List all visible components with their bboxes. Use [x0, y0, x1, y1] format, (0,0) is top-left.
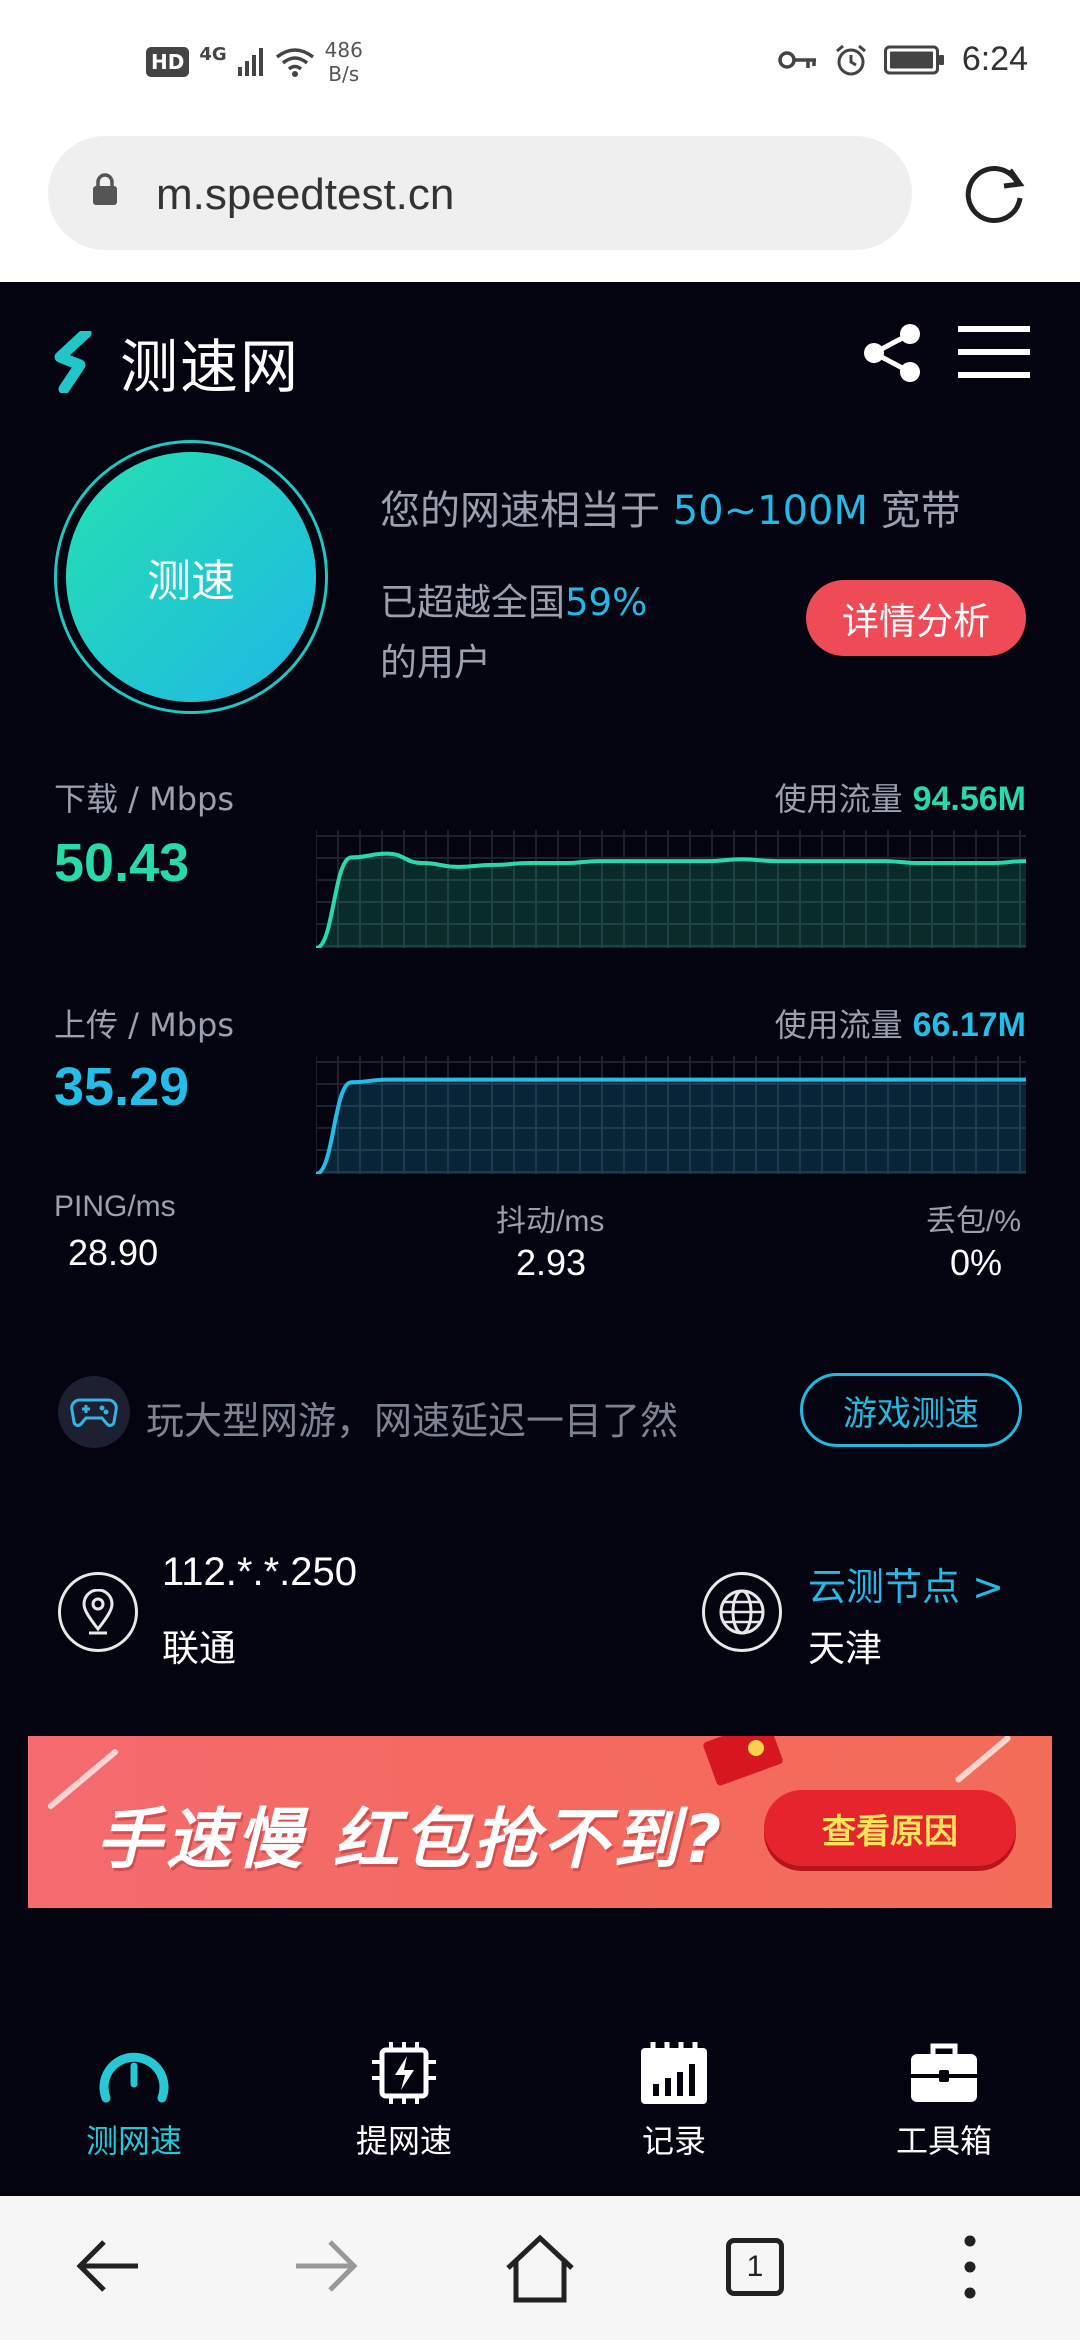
red-packet-banner[interactable]: 手速慢 红包抢不到? 查看原因 — [28, 1736, 1052, 1908]
game-speedtest-button[interactable]: 游戏测速 — [800, 1373, 1022, 1447]
browser-toolbar: m.speedtest.cn — [0, 132, 1080, 282]
speed-equivalent: 您的网速相当于 50~100M 宽带 — [380, 478, 961, 536]
refresh-icon[interactable] — [958, 156, 1032, 230]
network-type: 4G — [199, 43, 227, 65]
lock-icon — [93, 173, 117, 205]
ping-label: PING/ms — [54, 1190, 176, 1223]
logo-s-icon — [54, 331, 92, 393]
nav-item-records[interactable]: 记录 — [574, 2040, 774, 2162]
download-chart — [316, 830, 1026, 948]
network-speed-unit: B/s — [328, 62, 360, 86]
forward-arrow-icon[interactable] — [290, 2234, 360, 2298]
node-city: 天津 — [808, 1627, 882, 1670]
red-envelope-icon — [702, 1736, 784, 1787]
download-traffic: 使用流量 94.56M — [775, 774, 1026, 820]
nav-label-speedtest: 测网速 — [85, 2122, 182, 2160]
logo-text: 测速网 — [120, 333, 301, 401]
gamepad-glyph-icon — [70, 1398, 118, 1427]
alarm-icon — [835, 44, 866, 75]
logo[interactable]: 测速网 — [50, 320, 300, 404]
speed-equivalent-suffix: 宽带 — [868, 488, 961, 534]
download-label: 下载 / Mbps — [54, 780, 235, 818]
banner-title: 手速慢 红包抢不到? — [96, 1801, 726, 1878]
upload-area — [316, 1079, 1026, 1174]
status-bar: HD 4G 486 B/s 6:24 — [0, 0, 1080, 132]
speed-equivalent-value: 50~100M — [672, 488, 868, 534]
detail-analysis-button[interactable]: 详情分析 — [806, 580, 1026, 656]
jitter-value: 2.93 — [516, 1242, 587, 1283]
signal-icon — [237, 48, 263, 76]
toolbox-icon — [911, 2043, 977, 2102]
download-area — [316, 853, 1026, 948]
nav-label-records: 记录 — [641, 2122, 706, 2160]
nav-item-toolbox[interactable]: 工具箱 — [844, 2040, 1044, 2162]
wifi-icon — [275, 48, 314, 77]
cloud-node-link[interactable]: 云测节点 > — [808, 1556, 1004, 1611]
speed-equivalent-prefix: 您的网速相当于 — [380, 488, 673, 534]
view-reason-button[interactable]: 查看原因 — [764, 1790, 1016, 1866]
location-pin-icon — [58, 1572, 138, 1652]
globe-glyph-icon — [719, 1589, 765, 1635]
upload-label: 上传 / Mbps — [54, 1006, 235, 1044]
download-value: 50.43 — [54, 833, 190, 893]
share-icon[interactable] — [862, 322, 924, 384]
isp-name: 联通 — [162, 1627, 236, 1670]
nav-label-boost: 提网速 — [355, 2122, 452, 2160]
clock: 6:24 — [961, 40, 1028, 78]
beat-summary: 已超越全国59% — [380, 572, 647, 626]
battery-icon — [883, 45, 944, 74]
globe-icon[interactable] — [702, 1572, 782, 1652]
address-bar[interactable]: m.speedtest.cn — [48, 136, 912, 250]
beat-prefix: 已超越全国 — [380, 581, 565, 624]
loss-value: 0% — [950, 1242, 1003, 1283]
hd-badge: HD — [146, 47, 190, 77]
menu-icon[interactable] — [958, 326, 1030, 378]
ping-value: 28.90 — [68, 1232, 159, 1273]
banner-streak — [954, 1736, 1012, 1784]
url-text[interactable]: m.speedtest.cn — [156, 170, 454, 220]
ip-address: 112.*.*.250 — [162, 1550, 357, 1594]
start-test-button[interactable]: 测速 — [66, 452, 316, 702]
game-promo-text: 玩大型网游，网速延迟一目了然 — [146, 1399, 679, 1443]
more-options-icon[interactable] — [960, 2234, 980, 2300]
download-traffic-label: 使用流量 — [774, 780, 903, 818]
speedometer-icon — [99, 2052, 169, 2103]
upload-chart — [316, 1056, 1026, 1174]
chip-boost-icon — [372, 2042, 436, 2104]
upload-traffic-label: 使用流量 — [774, 1006, 903, 1044]
status-right: 6:24 — [778, 40, 1028, 79]
nav-item-boost[interactable]: 提网速 — [304, 2040, 504, 2162]
location-pin-glyph-icon — [82, 1589, 114, 1635]
network-speed: 486 B/s — [325, 38, 363, 86]
browser-bottom-nav: 1 — [0, 2196, 1080, 2340]
tabs-button[interactable]: 1 — [726, 2238, 784, 2296]
network-speed-value: 486 — [324, 38, 363, 62]
upload-value: 35.29 — [54, 1057, 190, 1117]
beat-percent: 59% — [565, 581, 648, 624]
nav-label-toolbox: 工具箱 — [895, 2122, 992, 2160]
app-header: 测速网 — [0, 282, 1080, 422]
upload-traffic: 使用流量 66.17M — [775, 1000, 1026, 1046]
gamepad-icon — [58, 1376, 130, 1448]
status-left: HD 4G 486 B/s — [146, 38, 363, 86]
beat-suffix: 的用户 — [380, 641, 491, 684]
loss-label: 丢包/% — [926, 1205, 1022, 1238]
back-arrow-icon[interactable] — [74, 2234, 144, 2298]
envelope-seal-icon — [748, 1740, 764, 1756]
nav-item-speedtest[interactable]: 测网速 — [34, 2040, 234, 2162]
jitter-label: 抖动/ms — [496, 1205, 605, 1238]
calendar-chart-icon — [641, 2042, 707, 2104]
key-icon — [778, 50, 816, 69]
app-bottom-nav: 测网速 提网速 记录 工具箱 — [0, 2040, 1080, 2196]
home-icon[interactable] — [502, 2234, 578, 2304]
upload-traffic-value: 66.17M — [912, 1006, 1026, 1044]
download-traffic-value: 94.56M — [912, 780, 1026, 818]
